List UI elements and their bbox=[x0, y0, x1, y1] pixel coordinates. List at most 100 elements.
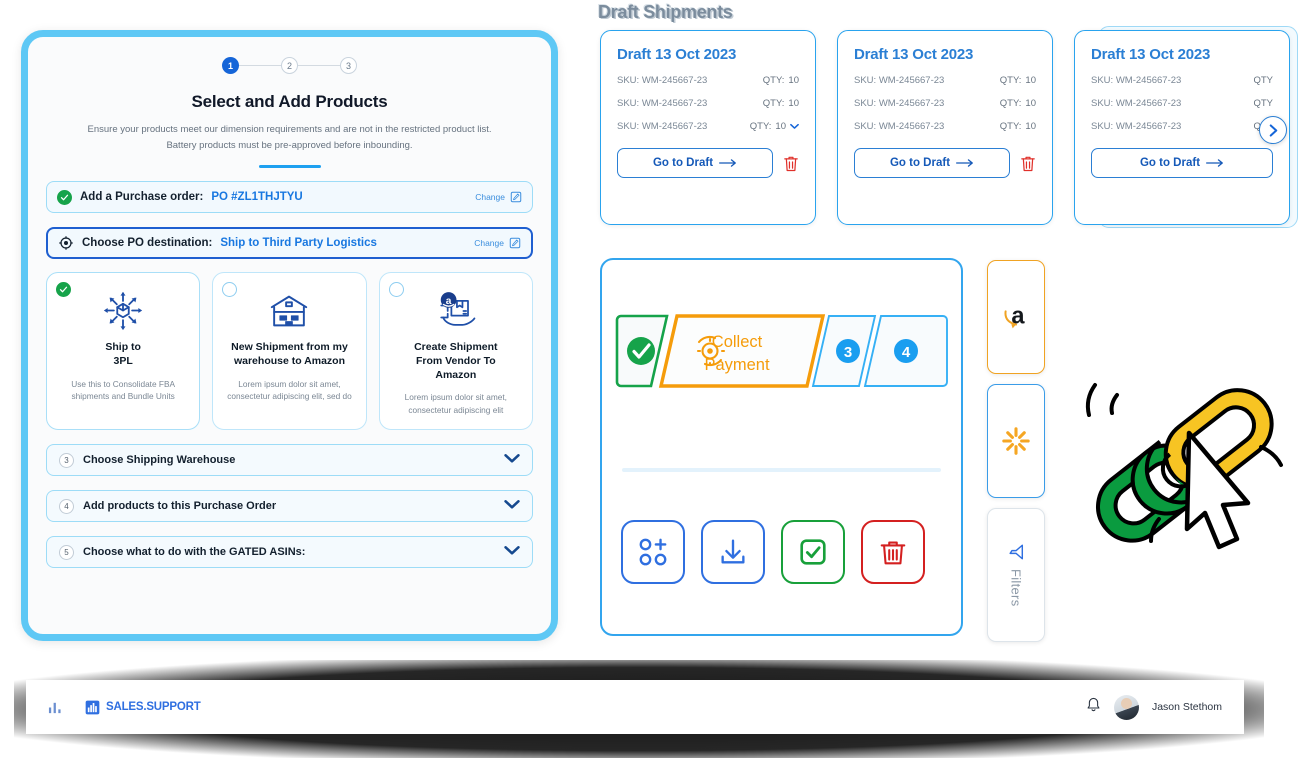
go-to-draft-label: Go to Draft bbox=[652, 157, 714, 169]
po-destination-value: Ship to Third Party Logistics bbox=[220, 237, 377, 250]
filter-funnel-icon bbox=[1009, 544, 1024, 560]
purchase-order-row[interactable]: Add a Purchase order: PO #ZL1THJTYU Chan… bbox=[46, 181, 533, 214]
delete-draft-button[interactable] bbox=[783, 155, 799, 172]
chevron-down-icon bbox=[790, 123, 799, 129]
title-line-1: Ship to bbox=[105, 341, 141, 354]
purchase-order-label: Add a Purchase order: bbox=[80, 191, 204, 204]
po-destination-row[interactable]: Choose PO destination: Ship to Third Par… bbox=[46, 227, 533, 260]
draft-shipment-card[interactable]: Draft 13 Oct 2023 SKU: WM-245667-23 QTY … bbox=[1074, 30, 1290, 225]
distribution-network-icon bbox=[56, 289, 190, 333]
draft-sku-row: SKU: WM-245667-23 QTY: 10 bbox=[617, 75, 799, 86]
delete-button[interactable] bbox=[861, 520, 925, 584]
draft-card-title: Draft 13 Oct 2023 bbox=[854, 46, 974, 63]
wizard-step-3[interactable]: 3 bbox=[340, 57, 357, 74]
sku-text: SKU: WM-245667-23 bbox=[617, 121, 708, 132]
sku-text: SKU: WM-245667-23 bbox=[1091, 98, 1182, 109]
accordion-number: 5 bbox=[59, 544, 74, 560]
add-items-button[interactable] bbox=[621, 520, 685, 584]
purchase-order-change-button[interactable]: Change bbox=[475, 191, 522, 203]
qty-text: QTY: 10 bbox=[762, 98, 799, 109]
po-destination-change-button[interactable]: Change bbox=[474, 237, 521, 249]
bar-chart-icon bbox=[48, 702, 61, 713]
title-line-2: From Vendor To bbox=[415, 354, 496, 367]
chevron-right-icon bbox=[1269, 123, 1277, 137]
draft-card-title: Draft 13 Oct 2023 bbox=[617, 46, 737, 63]
drafts-next-button[interactable] bbox=[1259, 116, 1287, 144]
wizard-step-2[interactable]: 2 bbox=[281, 57, 298, 74]
go-to-draft-button[interactable]: Go to Draft bbox=[1091, 148, 1273, 178]
destination-option-description: Use this to Consolidate FBA shipments an… bbox=[71, 378, 176, 402]
amazon-tab[interactable]: a bbox=[987, 260, 1045, 374]
draft-shipment-card[interactable]: Draft 13 Oct 2023 SKU: WM-245667-23 QTY:… bbox=[837, 30, 1053, 225]
draft-shipment-card[interactable]: Draft 13 Oct 2023 SKU: WM-245667-23 QTY:… bbox=[600, 30, 816, 225]
download-icon bbox=[721, 539, 745, 564]
svg-text:4: 4 bbox=[902, 344, 911, 361]
grid-plus-icon bbox=[639, 538, 667, 566]
checkbox-check-icon bbox=[800, 539, 826, 565]
accordion-choose-shipping-warehouse[interactable]: 3 Choose Shipping Warehouse bbox=[46, 444, 533, 477]
svg-text:3: 3 bbox=[844, 344, 852, 361]
draft-card-footer: Go to Draft bbox=[854, 148, 1036, 178]
walmart-tab[interactable] bbox=[987, 384, 1045, 498]
accordion-add-products[interactable]: 4 Add products to this Purchase Order bbox=[46, 490, 533, 523]
draft-sku-row: SKU: WM-245667-23 QTY: 10 bbox=[617, 121, 799, 132]
draft-sku-row: SKU: WM-245667-23 QTY bbox=[1091, 75, 1273, 86]
bell-icon bbox=[1087, 697, 1100, 711]
accordion-label: Choose what to do with the GATED ASINs: bbox=[83, 546, 306, 559]
download-button[interactable] bbox=[701, 520, 765, 584]
brand-logo[interactable]: SALES.SUPPORT bbox=[48, 700, 201, 715]
destination-option-title: Ship to 3PL bbox=[56, 341, 190, 368]
avatar[interactable] bbox=[1113, 694, 1139, 720]
chevron-down-icon[interactable] bbox=[504, 543, 520, 561]
draft-sku-row: SKU: WM-245667-23 QTY: 10 bbox=[854, 75, 1036, 86]
destination-option-vendor-to-amazon[interactable]: a Create Shipment From Vendor To Amazon … bbox=[378, 272, 533, 431]
destination-option-title: New Shipment from my warehouse to Amazon bbox=[222, 341, 356, 368]
destination-option-ship-to-3pl[interactable]: Ship to 3PL Use this to Consolidate FBA … bbox=[46, 272, 201, 431]
page-subtitle-line1: Ensure your products meet our dimension … bbox=[87, 124, 492, 135]
draft-card-footer: Go to Draft bbox=[1091, 148, 1273, 178]
bottom-app-bar: SALES.SUPPORT Jason Stethom bbox=[26, 680, 1244, 734]
sku-text: SKU: WM-245667-23 bbox=[1091, 75, 1182, 86]
user-name-label: Jason Stethom bbox=[1151, 701, 1222, 713]
qty-text: QTY: 10 bbox=[999, 98, 1036, 109]
arrow-right-icon bbox=[719, 159, 736, 167]
title-line-3: Amazon bbox=[435, 368, 477, 381]
title-line-1: Create Shipment bbox=[414, 341, 498, 354]
draft-sku-row: SKU: WM-245667-23 QTY: 10 bbox=[854, 121, 1036, 132]
step-connector-2-3 bbox=[298, 64, 340, 67]
accordion-gated-asins[interactable]: 5 Choose what to do with the GATED ASINs… bbox=[46, 536, 533, 569]
wizard-step-1[interactable]: 1 bbox=[222, 57, 239, 74]
destination-option-title: Create Shipment From Vendor To Amazon bbox=[389, 341, 523, 382]
accordion-label: Choose Shipping Warehouse bbox=[83, 454, 236, 467]
approve-button[interactable] bbox=[781, 520, 845, 584]
amazon-logo-icon: a bbox=[1004, 304, 1025, 330]
filters-tab[interactable]: Filters bbox=[987, 508, 1045, 642]
notification-bell-button[interactable] bbox=[1086, 697, 1101, 718]
filters-tab-label: Filters bbox=[1008, 569, 1024, 607]
radio-unselected-icon[interactable] bbox=[388, 282, 404, 298]
svg-text:Collect: Collect bbox=[712, 333, 763, 351]
walmart-spark-icon bbox=[1002, 427, 1030, 455]
destination-option-description: Lorem ipsum dolor sit amet, consectetur … bbox=[227, 378, 352, 402]
accordion-number: 3 bbox=[59, 452, 74, 468]
chevron-down-icon[interactable] bbox=[504, 451, 520, 469]
qty-text: QTY bbox=[1253, 98, 1273, 109]
svg-text:Payment: Payment bbox=[704, 356, 770, 374]
destination-gear-icon bbox=[59, 236, 73, 251]
title-underline bbox=[258, 165, 321, 169]
destination-option-description: Lorem ipsum dolor sit amet, consectetur … bbox=[404, 392, 507, 415]
draft-sku-row: SKU: WM-245667-23 QTY bbox=[1091, 98, 1273, 109]
destination-option-warehouse-to-amazon[interactable]: New Shipment from my warehouse to Amazon… bbox=[212, 272, 367, 431]
sku-text: SKU: WM-245667-23 bbox=[854, 98, 945, 109]
go-to-draft-button[interactable]: Go to Draft bbox=[854, 148, 1010, 178]
draft-sku-row: SKU: WM-245667-23 QTY bbox=[1091, 121, 1273, 132]
app-screenshot: 1 2 3 Select and Add Products Ensure you… bbox=[0, 0, 1301, 760]
delete-draft-button[interactable] bbox=[1020, 155, 1036, 172]
draft-sku-row: SKU: WM-245667-23 QTY: 10 bbox=[854, 98, 1036, 109]
change-label: Change bbox=[474, 238, 504, 249]
go-to-draft-button[interactable]: Go to Draft bbox=[617, 148, 773, 178]
title-line-1: New Shipment from my bbox=[231, 341, 348, 354]
trash-icon bbox=[1021, 156, 1035, 171]
chevron-down-icon[interactable] bbox=[504, 497, 520, 515]
qty-dropdown[interactable]: QTY: 10 bbox=[750, 121, 799, 132]
